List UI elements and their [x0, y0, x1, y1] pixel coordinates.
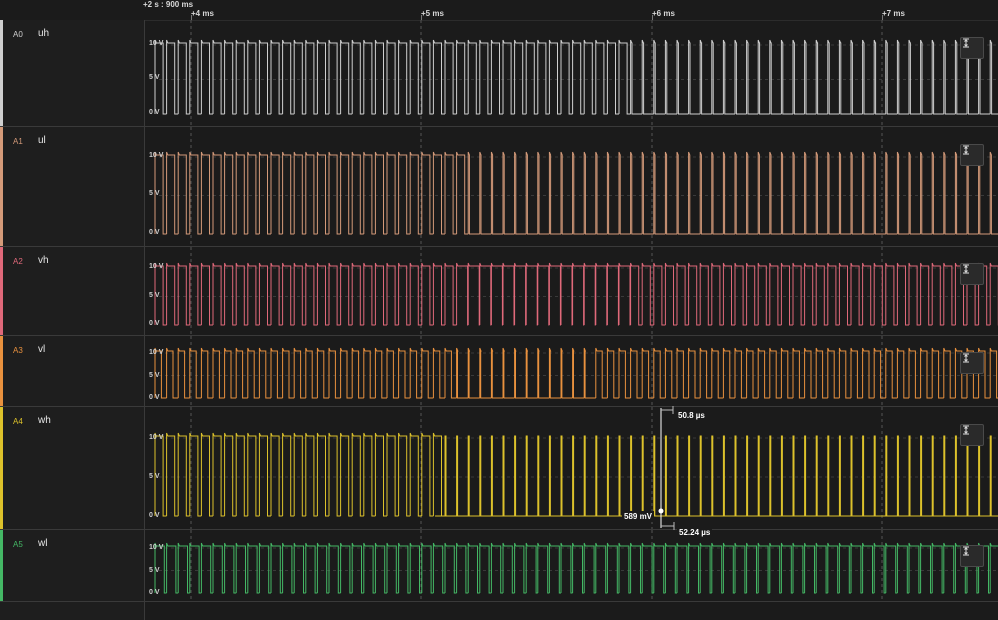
- channel-color-swatch: [0, 20, 3, 126]
- pulse-width-label: 50.8 µs: [676, 410, 707, 421]
- waveform-trace: [154, 432, 998, 517]
- channel-id: A4: [13, 417, 23, 426]
- channel-label-a4[interactable]: A4 wh: [0, 407, 144, 530]
- channel-name: ul: [38, 135, 46, 146]
- voltage-label: 589 mV: [622, 511, 655, 522]
- waveform-trace: [154, 39, 998, 115]
- y-label-bottom: 0 V: [149, 394, 160, 401]
- waveform-vl: [154, 347, 998, 399]
- period-label: 52.24 µs: [677, 527, 713, 538]
- ruler-tick-label: +6 ms: [652, 9, 675, 18]
- waveform-lane-uh[interactable]: 10 V 5 V 0 V: [145, 20, 998, 127]
- y-label-top: 10 V: [149, 152, 164, 159]
- waveform-lane-vh[interactable]: 10 V 5 V 0 V: [145, 247, 998, 336]
- waveform-lane-ul[interactable]: 10 V 5 V 0 V: [145, 127, 998, 247]
- channel-color-swatch: [0, 127, 3, 246]
- autoscale-button[interactable]: [960, 263, 984, 285]
- channel-color-swatch: [0, 336, 3, 406]
- channel-id: A5: [13, 540, 23, 549]
- y-label-top: 10 V: [149, 434, 164, 441]
- y-label-bottom: 0 V: [149, 109, 160, 116]
- channel-color-swatch: [0, 407, 3, 529]
- channel-id: A1: [13, 137, 23, 146]
- waveform-lane-vl[interactable]: 10 V 5 V 0 V: [145, 336, 998, 407]
- y-label-mid: 5 V: [149, 567, 160, 574]
- ruler-tick-label: +5 ms: [421, 9, 444, 18]
- waveform-trace: [154, 347, 998, 399]
- autoscale-button[interactable]: [960, 144, 984, 166]
- waveform-trace: [154, 151, 998, 235]
- waveform-wl: [154, 542, 998, 594]
- waveform-vh: [154, 262, 998, 326]
- waveform-trace: [154, 262, 998, 326]
- waveform-lane-wl[interactable]: 10 V 5 V 0 V: [145, 530, 998, 602]
- autoscale-button[interactable]: [960, 37, 984, 59]
- waveform-lane-wh[interactable]: 10 V 5 V 0 V: [145, 407, 998, 530]
- channel-label-a3[interactable]: A3 vl: [0, 336, 144, 407]
- ruler-origin-label: +2 s : 900 ms: [143, 0, 194, 9]
- y-label-mid: 5 V: [149, 74, 160, 81]
- channel-label-column: A0 uh A1 ul A2 vh A3 vl A4 wh A5 wl: [0, 20, 145, 620]
- autoscale-button[interactable]: [960, 545, 984, 567]
- channel-name: uh: [38, 28, 50, 39]
- channel-id: A0: [13, 30, 23, 39]
- y-label-top: 10 V: [149, 40, 164, 47]
- y-label-bottom: 0 V: [149, 320, 160, 327]
- channel-name: vl: [38, 344, 46, 355]
- waveform-ul: [154, 151, 998, 235]
- fit-height-icon: [963, 38, 969, 48]
- y-label-top: 10 V: [149, 544, 164, 551]
- y-label-top: 10 V: [149, 263, 164, 270]
- fit-height-icon: [963, 546, 969, 556]
- y-label-mid: 5 V: [149, 372, 160, 379]
- time-ruler[interactable]: +2 s : 900 ms +4 ms +5 ms +6 ms +7 ms: [0, 0, 998, 21]
- fit-height-icon: [963, 353, 969, 363]
- autoscale-button[interactable]: [960, 424, 984, 446]
- channel-name: vh: [38, 255, 49, 266]
- waveform-uh: [154, 39, 998, 115]
- channel-name: wl: [38, 538, 48, 549]
- fit-height-icon: [963, 425, 969, 435]
- y-label-bottom: 0 V: [149, 589, 160, 596]
- channel-name: wh: [38, 415, 51, 426]
- y-label-bottom: 0 V: [149, 229, 160, 236]
- y-label-top: 10 V: [149, 349, 164, 356]
- ruler-tick-label: +7 ms: [882, 9, 905, 18]
- channel-id: A2: [13, 257, 23, 266]
- fit-height-icon: [963, 264, 969, 274]
- fit-height-icon: [963, 145, 969, 155]
- y-label-mid: 5 V: [149, 292, 160, 299]
- ruler-tick-label: +4 ms: [191, 9, 214, 18]
- channel-color-swatch: [0, 247, 3, 335]
- channel-id: A3: [13, 346, 23, 355]
- channel-label-a1[interactable]: A1 ul: [0, 127, 144, 247]
- waveform-trace: [154, 542, 998, 594]
- y-label-bottom: 0 V: [149, 512, 160, 519]
- y-label-mid: 5 V: [149, 190, 160, 197]
- y-label-mid: 5 V: [149, 473, 160, 480]
- channel-color-swatch: [0, 530, 3, 601]
- channel-label-a0[interactable]: A0 uh: [0, 20, 144, 127]
- channel-label-a5[interactable]: A5 wl: [0, 530, 144, 602]
- channel-label-a2[interactable]: A2 vh: [0, 247, 144, 336]
- autoscale-button[interactable]: [960, 352, 984, 374]
- waveform-wh: [154, 432, 998, 517]
